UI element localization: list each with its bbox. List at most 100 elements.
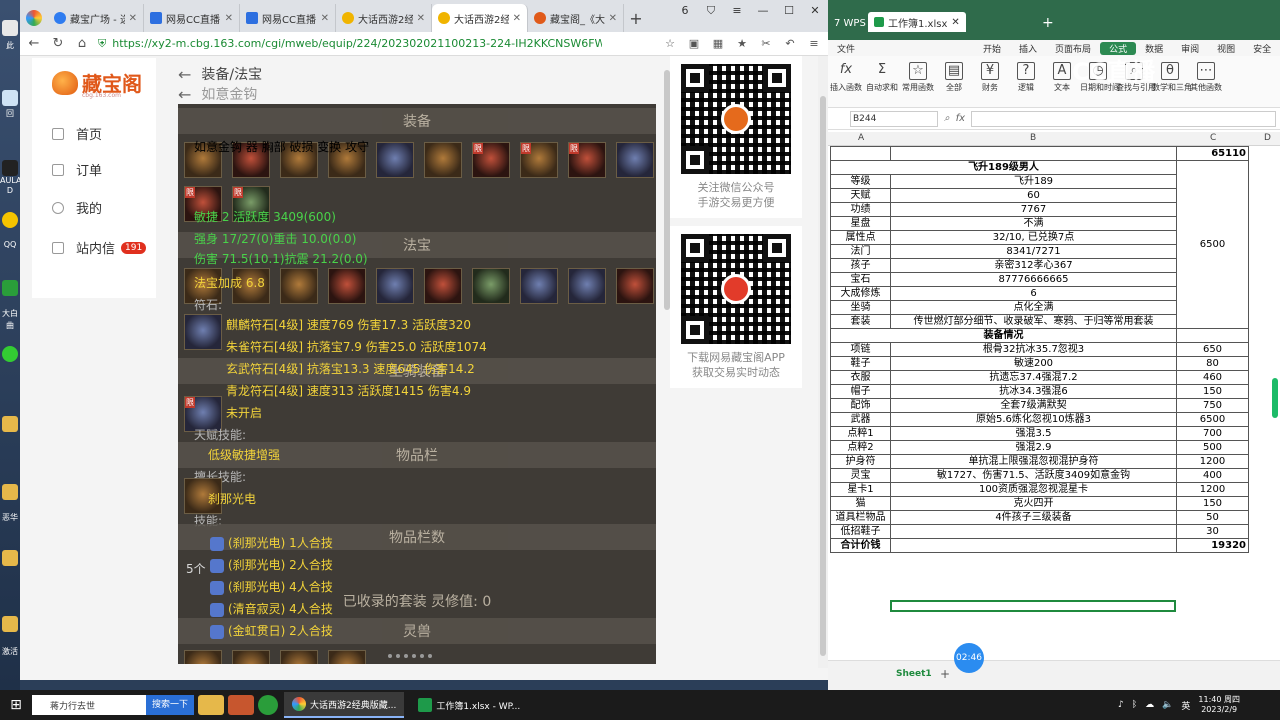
insert-function-button[interactable]: fx 插入函数 — [828, 62, 864, 93]
equipment-slot[interactable] — [376, 142, 414, 178]
pet-slot[interactable] — [328, 650, 366, 664]
cell[interactable]: 功绩 — [830, 202, 891, 217]
fabao-slot[interactable] — [472, 268, 510, 304]
rune-slot[interactable] — [184, 314, 222, 350]
cell[interactable]: 8341/7271 — [890, 244, 1177, 259]
side-widget[interactable] — [1272, 378, 1278, 418]
url-field[interactable]: ⛨ https://xy2-m.cbg.163.com/cgi/mweb/equ… — [98, 35, 654, 53]
cell[interactable]: 1200 — [1176, 454, 1249, 469]
cell[interactable]: 星盘 — [830, 216, 891, 231]
folder-icon[interactable] — [2, 550, 18, 566]
cell[interactable]: 配饰 — [830, 398, 891, 413]
nav-messages[interactable]: 站内信 191 — [52, 238, 147, 257]
pet-slot[interactable] — [184, 650, 222, 664]
fabao-slot[interactable] — [280, 268, 318, 304]
fabao-slot[interactable] — [520, 268, 558, 304]
tab[interactable]: 网易CC直播 - ✕ — [240, 4, 336, 32]
back-icon[interactable]: ← — [26, 36, 42, 51]
back-arrow-icon[interactable]: ← — [178, 85, 191, 104]
cell[interactable]: 不满 — [890, 216, 1177, 231]
all-functions-button[interactable]: ▤ 全部 — [936, 62, 972, 93]
cell[interactable]: 宝石 — [830, 272, 891, 287]
taskbar-search-input[interactable]: 蒋力行去世 — [32, 695, 146, 715]
cell[interactable]: 6500 — [1176, 412, 1249, 427]
cell[interactable]: 天赋 — [830, 188, 891, 203]
cell[interactable] — [890, 524, 1177, 539]
cell[interactable]: 克火四开 — [890, 496, 1177, 511]
sheet-tab[interactable]: Sheet1 — [896, 669, 932, 679]
cell[interactable]: 套装 — [830, 314, 891, 329]
menu-file[interactable]: 文件 — [828, 42, 864, 55]
menu-review[interactable]: 审阅 — [1172, 42, 1208, 55]
cell[interactable]: 6500 — [1176, 160, 1249, 329]
tab[interactable]: 藏宝广场 - 选 ✕ — [48, 4, 144, 32]
tab-count-badge[interactable]: 6 — [672, 0, 698, 24]
cell[interactable]: 星卡1 — [830, 482, 891, 497]
cell[interactable]: 敏速200 — [890, 356, 1177, 371]
fabao-slot[interactable] — [568, 268, 606, 304]
ime-indicator[interactable]: 英 — [1181, 699, 1190, 712]
zoom-icon[interactable]: ⌕ — [944, 113, 950, 124]
equipment-slot[interactable] — [424, 142, 462, 178]
cell[interactable]: 7767 — [890, 202, 1177, 217]
cell[interactable]: 武器 — [830, 412, 891, 427]
cut-icon[interactable]: ✂ — [758, 37, 774, 50]
menu-view[interactable]: 视图 — [1208, 42, 1244, 55]
clock[interactable]: 11:40 周四 2023/2/9 — [1198, 695, 1240, 715]
math-button[interactable]: θ 数学和三角 — [1152, 62, 1192, 93]
folder-icon[interactable] — [2, 616, 18, 632]
cell[interactable]: 4件孩子三级装备 — [890, 510, 1177, 525]
cell[interactable]: 亲密312孝心367 — [890, 258, 1177, 273]
fabao-slot[interactable] — [424, 268, 462, 304]
reload-icon[interactable]: ↻ — [50, 36, 66, 51]
cell[interactable]: 6 — [890, 286, 1177, 301]
cell[interactable]: 32/10, 已兑换7点 — [890, 230, 1177, 245]
undo-icon[interactable]: ↶ — [782, 37, 798, 50]
cell[interactable]: 孩子 — [830, 258, 891, 273]
column-header[interactable]: B — [1030, 133, 1036, 143]
cell[interactable]: 敏1727、伤害71.5、活跃度3409如意金钩 — [890, 468, 1177, 483]
cell[interactable]: 抗遗忘37.4强混7.2 — [890, 370, 1177, 385]
close-icon[interactable]: ✕ — [609, 13, 617, 24]
column-header[interactable]: D — [1264, 133, 1271, 143]
cell[interactable] — [890, 538, 1177, 553]
cell[interactable]: 点粹1 — [830, 426, 891, 441]
cell[interactable]: 坐骑 — [830, 300, 891, 315]
cell[interactable]: 护身符 — [830, 454, 891, 469]
menu-icon[interactable]: ≡ — [806, 37, 822, 50]
formula-input[interactable] — [971, 110, 1276, 127]
pet-slot[interactable] — [232, 650, 270, 664]
cell[interactable]: 衣服 — [830, 370, 891, 385]
tab[interactable]: 网易CC直播 - ✕ — [144, 4, 240, 32]
cell[interactable]: 鞋子 — [830, 356, 891, 371]
timer-badge[interactable]: 02:46 — [954, 643, 984, 673]
cell[interactable]: 65110 — [1176, 146, 1249, 161]
maximize-icon[interactable]: ☐ — [776, 0, 802, 24]
volume-icon[interactable]: 🔈 — [1162, 700, 1173, 710]
cell[interactable]: 全套7级满默契 — [890, 398, 1177, 413]
cell[interactable]: 80 — [1176, 356, 1249, 371]
cell[interactable]: 低招鞋子 — [830, 524, 891, 539]
close-icon[interactable]: ✕ — [513, 13, 521, 24]
cell[interactable]: 强混3.5 — [890, 426, 1177, 441]
pager-dots[interactable] — [388, 654, 432, 658]
site-logo[interactable]: 藏宝阁 cbg.163.com — [52, 68, 142, 99]
browser-logo-icon[interactable] — [26, 10, 42, 26]
folder-icon[interactable] — [2, 416, 18, 432]
spreadsheet-grid[interactable]: 65110 飞升189级男人 6500 等级 飞升189 天赋 60 功绩 7767 星盘 不满… — [830, 146, 1249, 553]
fx-icon[interactable]: fx — [956, 113, 965, 124]
cell[interactable]: 抗冰34.3强混6 — [890, 384, 1177, 399]
cell[interactable]: 87776666665 — [890, 272, 1177, 287]
cell[interactable]: 飞升189级男人 — [830, 160, 1177, 175]
game-app-icon[interactable] — [228, 695, 255, 715]
name-box[interactable]: B244 — [850, 110, 938, 127]
cell[interactable]: 属性点 — [830, 230, 891, 245]
cell[interactable]: 19320 — [1176, 538, 1249, 553]
cell[interactable]: 装备情况 — [830, 328, 1177, 343]
tab[interactable]: 大话西游2经典 ✕ — [336, 4, 432, 32]
cell[interactable]: 法门 — [830, 244, 891, 259]
equipment-slot[interactable]: 限 — [520, 142, 558, 178]
equipment-slot[interactable]: 限 — [568, 142, 606, 178]
cell[interactable]: 700 — [1176, 426, 1249, 441]
add-sheet-button[interactable]: + — [940, 667, 950, 681]
